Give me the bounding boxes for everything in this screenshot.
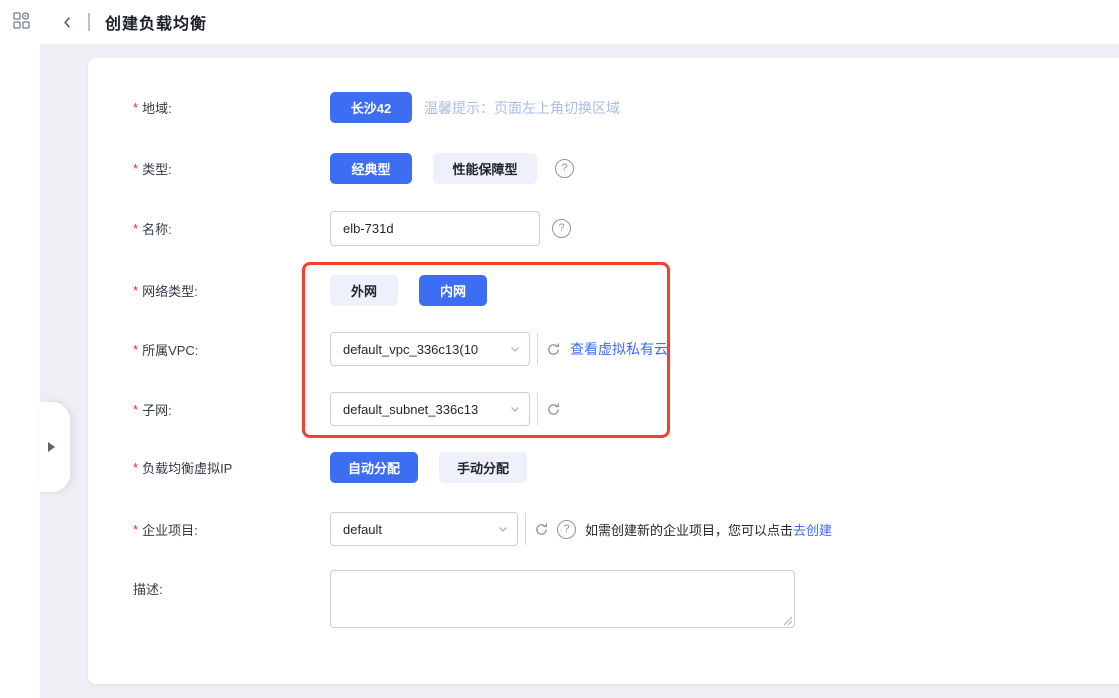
form-row-type: * 类型: 经典型 性能保障型 ?: [88, 153, 1119, 184]
view-vpc-link[interactable]: 查看虚拟私有云: [570, 339, 668, 359]
field-label-enterprise-project: * 企业项目:: [133, 520, 330, 539]
network-option-internal[interactable]: 内网: [419, 275, 487, 306]
field-label-text: 子网:: [142, 402, 172, 418]
chevron-left-icon: [64, 16, 70, 28]
vip-option-manual[interactable]: 手动分配: [439, 452, 527, 483]
form-row-subnet: * 子网: default_subnet_336c13: [88, 392, 1119, 426]
type-option-guaranteed[interactable]: 性能保障型: [433, 153, 537, 184]
refresh-icon[interactable]: [534, 522, 549, 537]
control-divider: [537, 333, 538, 365]
refresh-icon[interactable]: [546, 402, 561, 417]
triangle-right-icon: [48, 442, 55, 452]
apps-grid-icon[interactable]: [13, 12, 30, 29]
field-label-subnet: * 子网:: [133, 400, 330, 419]
enterprise-project-select[interactable]: default: [330, 512, 518, 546]
field-label-vpc: * 所属VPC:: [133, 340, 330, 359]
help-icon[interactable]: ?: [555, 159, 574, 178]
page-header: 创建负载均衡: [40, 0, 1119, 44]
form-row-vip: * 负载均衡虚拟IP 自动分配 手动分配: [88, 452, 1119, 483]
form-row-description: 描述:: [88, 570, 1119, 628]
field-label-text: 企业项目:: [142, 522, 198, 538]
app-window: 创建负载均衡 * 地域: 长沙42 温馨提示：页面左上角切换区域 * 类型: 经…: [0, 0, 1119, 698]
required-asterisk: *: [133, 401, 139, 417]
name-input[interactable]: [330, 211, 540, 246]
form-card: * 地域: 长沙42 温馨提示：页面左上角切换区域 * 类型: 经典型 性能保障…: [88, 58, 1119, 684]
region-button[interactable]: 长沙42: [330, 92, 412, 123]
required-asterisk: *: [133, 161, 139, 176]
page-title: 创建负载均衡: [105, 16, 208, 33]
description-textarea-wrap: [330, 570, 795, 628]
form-row-region: * 地域: 长沙42 温馨提示：页面左上角切换区域: [88, 92, 1119, 123]
field-label-description: 描述:: [133, 570, 330, 598]
left-sidebar: [0, 0, 40, 698]
description-textarea[interactable]: [330, 570, 795, 628]
note-text: 如需创建新的企业项目，您可以点击: [585, 522, 794, 538]
help-icon[interactable]: ?: [552, 219, 571, 238]
control-divider: [537, 393, 538, 425]
vpc-select-value: default_vpc_336c13(10: [343, 341, 479, 357]
field-label-text: 名称:: [142, 222, 172, 237]
form-row-enterprise-project: * 企业项目: default ? 如需创建新的企业项目，您可以点击去创建: [88, 512, 1119, 546]
enterprise-project-note: 如需创建新的企业项目，您可以点击去创建: [585, 520, 832, 539]
field-label-text: 类型:: [142, 162, 172, 177]
network-option-external[interactable]: 外网: [330, 275, 398, 306]
field-label-text: 地域:: [142, 101, 172, 116]
chevron-down-icon: [497, 523, 509, 535]
field-label-region: * 地域:: [133, 98, 330, 117]
back-button[interactable]: [60, 15, 75, 30]
form-row-name: * 名称: ?: [88, 211, 1119, 246]
field-label-text: 网络类型:: [142, 284, 198, 299]
form-row-network-type: * 网络类型: 外网 内网: [88, 275, 1119, 306]
subnet-select-value: default_subnet_336c13: [343, 401, 479, 417]
type-option-classic[interactable]: 经典型: [330, 153, 412, 184]
help-icon[interactable]: ?: [557, 519, 576, 539]
required-asterisk: *: [133, 341, 139, 357]
field-label-network-type: * 网络类型:: [133, 281, 330, 300]
enterprise-project-select-value: default: [343, 521, 383, 537]
chevron-down-icon: [509, 343, 521, 355]
field-label-text: 描述:: [133, 582, 163, 597]
header-divider: [88, 13, 90, 31]
create-enterprise-project-link[interactable]: 去创建: [793, 523, 832, 538]
field-label-name: * 名称:: [133, 219, 330, 238]
refresh-icon[interactable]: [546, 342, 561, 357]
field-label-text: 负载均衡虚拟IP: [142, 461, 233, 476]
vpc-select[interactable]: default_vpc_336c13(10: [330, 332, 530, 366]
required-asterisk: *: [133, 460, 139, 475]
field-label-vip: * 负载均衡虚拟IP: [133, 458, 330, 477]
required-asterisk: *: [133, 100, 139, 115]
field-label-type: * 类型:: [133, 159, 330, 178]
required-asterisk: *: [133, 521, 139, 537]
chevron-down-icon: [509, 403, 521, 415]
required-asterisk: *: [133, 221, 139, 236]
form-row-vpc: * 所属VPC: default_vpc_336c13(10 查看虚拟私有云: [88, 332, 1119, 366]
required-asterisk: *: [133, 283, 139, 298]
control-divider: [525, 513, 526, 545]
panel-collapse-handle[interactable]: [40, 402, 70, 492]
field-label-text: 所属VPC:: [142, 342, 199, 358]
vip-option-auto[interactable]: 自动分配: [330, 452, 418, 483]
subnet-select[interactable]: default_subnet_336c13: [330, 392, 530, 426]
region-hint-text: 温馨提示：页面左上角切换区域: [424, 99, 620, 116]
